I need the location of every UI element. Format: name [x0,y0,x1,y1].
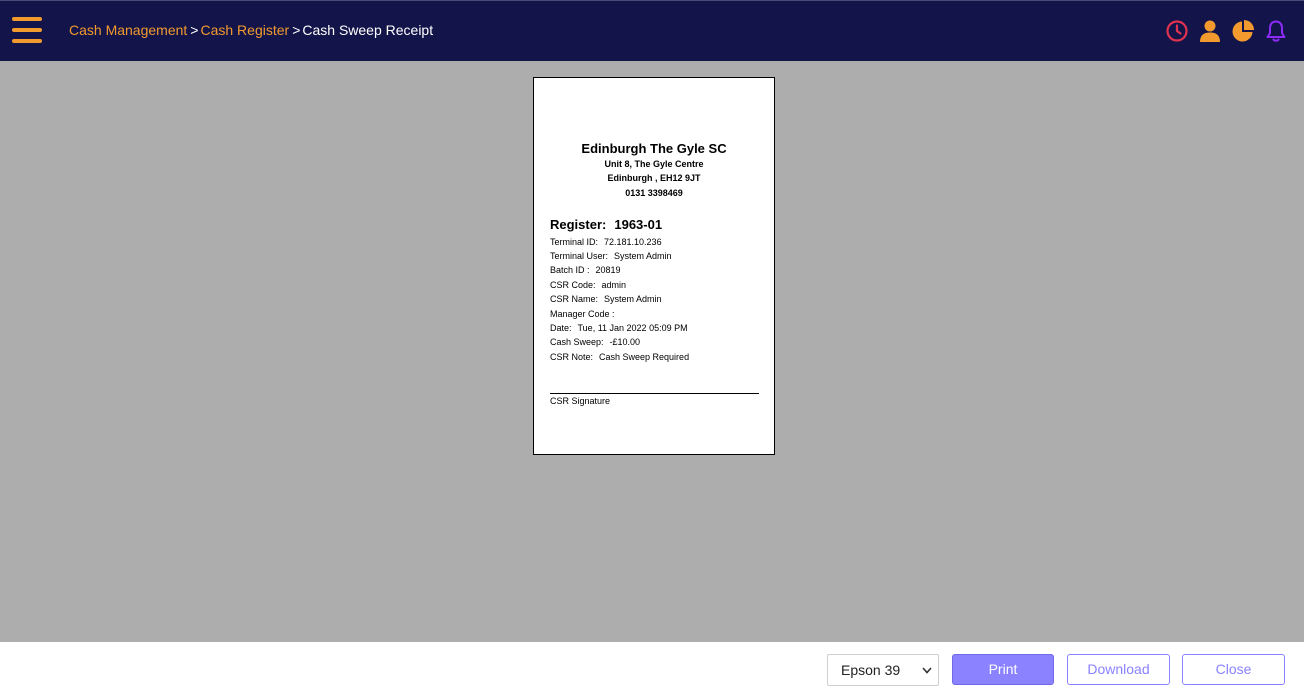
bell-icon[interactable] [1264,19,1288,43]
pie-chart-icon[interactable] [1231,19,1255,43]
signature-label: CSR Signature [550,396,611,406]
chevron-down-icon [922,667,932,674]
field-value: Cash Sweep Required [599,352,690,362]
cash-sweep-line: Cash Sweep: -£10.00 [550,337,640,347]
field-label: CSR Name: [550,294,599,304]
field-label: Date: [550,323,572,333]
field-value: admin [601,280,627,290]
receipt-preview-area: Edinburgh The Gyle SC Unit 8, The Gyle C… [0,61,1304,642]
printer-select-value: Epson 39 [841,662,901,678]
close-button[interactable]: Close [1182,654,1285,685]
receipt: Edinburgh The Gyle SC Unit 8, The Gyle C… [533,77,775,455]
csr-note-line: CSR Note: Cash Sweep Required [550,352,689,362]
print-button[interactable]: Print [952,654,1054,685]
printer-select[interactable]: Epson 39 [827,654,939,686]
breadcrumb-separator: > [190,22,199,38]
field-label: Batch ID : [550,265,590,275]
register-label: Register: [550,217,607,232]
field-label: Cash Sweep: [550,337,604,347]
breadcrumb-separator: > [292,22,301,38]
header-actions [1165,18,1288,44]
store-address-line2: Edinburgh , EH12 9JT [607,173,701,183]
terminal-user-line: Terminal User: System Admin [550,251,672,261]
batch-id-line: Batch ID : 20819 [550,265,621,275]
field-label: Manager Code : [550,309,615,319]
store-address-line1: Unit 8, The Gyle Centre [604,159,704,169]
download-button[interactable]: Download [1067,654,1170,685]
clock-icon[interactable] [1165,19,1189,43]
field-label: CSR Note: [550,352,594,362]
field-label: Terminal ID: [550,237,599,247]
store-name: Edinburgh The Gyle SC [581,141,727,156]
store-phone: 0131 3398469 [625,188,683,198]
manager-code-line: Manager Code : [550,309,621,319]
footer-bar: Epson 39 Print Download Close [0,642,1304,698]
menu-icon[interactable] [12,17,42,44]
terminal-id-line: Terminal ID: 72.181.10.236 [550,237,662,247]
register-value: 1963-01 [614,217,663,232]
field-label: Terminal User: [550,251,609,261]
csr-name-line: CSR Name: System Admin [550,294,662,304]
field-value: -£10.00 [609,337,641,347]
field-value: 20819 [595,265,621,275]
field-label: CSR Code: [550,280,596,290]
breadcrumb-cash-management[interactable]: Cash Management [69,22,187,38]
top-bar: Cash Management > Cash Register > Cash Sweep… [0,0,1304,61]
signature-line [550,393,759,394]
user-icon[interactable] [1198,19,1222,43]
field-value: System Admin [604,294,662,304]
breadcrumb-cash-register[interactable]: Cash Register [200,22,289,38]
breadcrumb-current-page: Cash Sweep Receipt [302,22,434,38]
register-line: Register: 1963-01 [550,217,662,232]
field-value: System Admin [614,251,672,261]
csr-code-line: CSR Code: admin [550,280,626,290]
field-value: Tue, 11 Jan 2022 05:09 PM [577,323,688,333]
field-value: 72.181.10.236 [604,237,662,247]
breadcrumb: Cash Management > Cash Register > Cash Sweep… [69,22,433,38]
date-line: Date: Tue, 11 Jan 2022 05:09 PM [550,323,688,333]
